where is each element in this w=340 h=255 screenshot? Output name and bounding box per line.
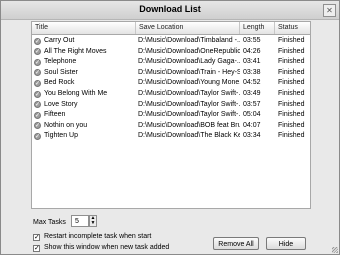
column-header-title[interactable]: Title <box>32 22 136 34</box>
window-title: Download List <box>139 4 201 14</box>
row-length: 03:49 <box>243 90 261 97</box>
row-title: Bed Rock <box>44 79 75 87</box>
row-save-location: D:\Music\Download\Taylor Swift-... <box>138 100 240 108</box>
table-header: Title Save Location Length Status <box>32 22 310 35</box>
row-title: Love Story <box>44 100 78 108</box>
max-tasks-input[interactable]: 5 <box>71 215 89 227</box>
row-save-location: D:\Music\Download\Young Mone... <box>138 79 240 87</box>
row-length: 04:26 <box>243 47 261 55</box>
download-list-window: Download List ✕ Title Save Location Leng… <box>0 0 340 255</box>
resize-grip-icon[interactable] <box>332 247 338 253</box>
row-length: 03:38 <box>243 68 261 76</box>
row-length: 04:07 <box>243 121 261 129</box>
row-status: Finished <box>278 121 305 129</box>
row-length: 03:41 <box>243 58 261 66</box>
close-icon[interactable]: ✕ <box>323 4 336 17</box>
row-title: Carry Out <box>44 37 75 44</box>
row-title: Telephone <box>44 58 77 66</box>
finished-check-icon: ✓ <box>34 69 41 77</box>
table-row[interactable]: ✓ Soul Sister D:\Music\Download\Train - He… <box>32 68 310 79</box>
finished-check-icon: ✓ <box>34 101 41 109</box>
row-length: 05:04 <box>243 111 261 119</box>
table-row[interactable]: ✓ Love Story D:\Music\Download\Taylor Swif… <box>32 100 310 111</box>
column-header-status[interactable]: Status <box>275 22 310 34</box>
row-title: Tighten Up <box>44 132 78 140</box>
row-save-location: D:\Music\Download\OneRepublic... <box>138 47 240 55</box>
table-row[interactable]: ✓ Bed Rock D:\Music\Download\Young Mone...… <box>32 78 310 89</box>
hide-button[interactable]: Hide <box>266 237 306 250</box>
table-row[interactable]: ✓ Telephone D:\Music\Download\Lady Gaga-..… <box>32 57 310 68</box>
table-row[interactable]: ✓ All The Right Moves D:\Music\Download\On… <box>32 47 310 58</box>
show-window-checkbox[interactable]: ✓ <box>33 245 40 252</box>
column-header-save-location[interactable]: Save Location <box>136 22 240 34</box>
row-save-location: D:\Music\Download\Timbaland -... <box>138 37 240 44</box>
row-status: Finished <box>278 100 305 108</box>
row-save-location: D:\Music\Download\Lady Gaga-... <box>138 58 240 66</box>
bottom-panel: Max Tasks 5 ▲ ▼ ✓ Restart incomplete tas… <box>31 213 309 253</box>
row-status: Finished <box>278 79 305 87</box>
finished-check-icon: ✓ <box>34 111 41 119</box>
table-row[interactable]: ✓ Tighten Up D:\Music\Download\The Black K… <box>32 131 310 142</box>
row-save-location: D:\Music\Download\Taylor Swift-... <box>138 111 240 119</box>
row-save-location: D:\Music\Download\The Black Ke... <box>138 132 240 140</box>
table-row[interactable]: ✓ You Belong With Me D:\Music\Download\Tay… <box>32 89 310 100</box>
row-save-location: D:\Music\Download\BOB feat Bru... <box>138 121 240 129</box>
finished-check-icon: ✓ <box>34 48 41 56</box>
remove-all-button[interactable]: Remove All <box>213 237 259 250</box>
download-table: Title Save Location Length Status ✓ Carry… <box>31 21 311 209</box>
row-save-location: D:\Music\Download\Taylor Swift-... <box>138 90 240 97</box>
finished-check-icon: ✓ <box>34 132 41 140</box>
row-title: Fifteen <box>44 111 66 119</box>
table-row[interactable]: ✓ Fifteen D:\Music\Download\Taylor Swift-.… <box>32 110 310 121</box>
table-row[interactable]: ✓ Nothin on you D:\Music\Download\BOB feat… <box>32 121 310 132</box>
row-title: All The Right Moves <box>44 47 107 55</box>
show-window-checkbox-label[interactable]: Show this window when new task added <box>44 244 169 251</box>
finished-check-icon: ✓ <box>34 90 41 98</box>
column-header-length[interactable]: Length <box>240 22 275 34</box>
row-status: Finished <box>278 68 305 76</box>
row-length: 04:52 <box>243 79 261 87</box>
row-status: Finished <box>278 58 305 66</box>
row-title: Nothin on you <box>44 121 88 129</box>
row-status: Finished <box>278 132 305 140</box>
row-title: You Belong With Me <box>44 90 108 97</box>
row-length: 03:34 <box>243 132 261 140</box>
title-bar[interactable]: Download List ✕ <box>1 1 339 20</box>
max-tasks-stepper[interactable]: ▲ ▼ <box>89 215 97 227</box>
finished-check-icon: ✓ <box>34 122 41 130</box>
row-status: Finished <box>278 111 305 119</box>
row-save-location: D:\Music\Download\Train - Hey-S... <box>138 68 240 76</box>
row-status: Finished <box>278 37 305 44</box>
row-status: Finished <box>278 90 305 97</box>
finished-check-icon: ✓ <box>34 58 41 66</box>
restart-checkbox-label[interactable]: Restart incomplete task when start <box>44 233 151 240</box>
finished-check-icon: ✓ <box>34 37 41 45</box>
finished-check-icon: ✓ <box>34 79 41 87</box>
max-tasks-label: Max Tasks <box>33 219 66 226</box>
row-status: Finished <box>278 47 305 55</box>
table-row[interactable]: ✓ Carry Out D:\Music\Download\Timbaland -.… <box>32 36 310 47</box>
row-title: Soul Sister <box>44 68 78 76</box>
row-length: 03:55 <box>243 37 261 44</box>
stepper-down-icon[interactable]: ▼ <box>90 221 96 226</box>
restart-checkbox[interactable]: ✓ <box>33 234 40 241</box>
row-length: 03:57 <box>243 100 261 108</box>
